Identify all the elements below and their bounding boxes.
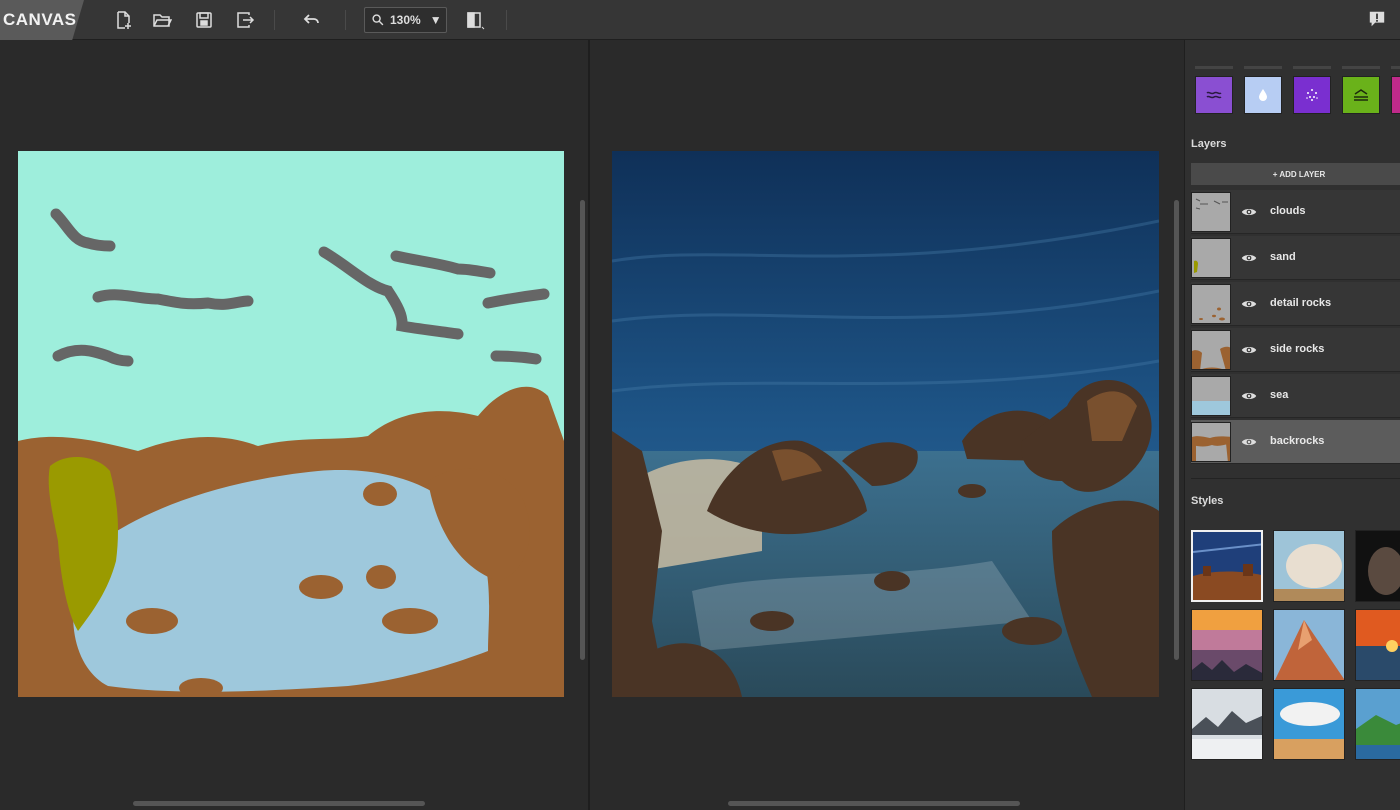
- droplet-icon: [1259, 89, 1267, 101]
- save-button[interactable]: [191, 8, 217, 32]
- palette-tab: [1293, 66, 1331, 69]
- layer-row-backrocks[interactable]: backrocks: [1191, 420, 1400, 464]
- visibility-eye-icon[interactable]: [1241, 434, 1257, 450]
- layer-row-clouds[interactable]: clouds: [1191, 190, 1400, 234]
- dropdown-caret-icon: ▼: [429, 13, 442, 27]
- app-logo: CANVAS: [0, 0, 84, 40]
- material-magenta-swatch[interactable]: [1391, 76, 1400, 114]
- sparkle-icon: [1306, 89, 1318, 101]
- layers-title: Layers: [1191, 138, 1227, 150]
- drawing-panel: [0, 40, 588, 810]
- toolbar-separator: [274, 10, 275, 30]
- output-panel: [590, 40, 1184, 810]
- style-thumbnail-desert-night[interactable]: [1191, 530, 1263, 602]
- visibility-eye-icon[interactable]: [1241, 204, 1257, 220]
- right-sidebar: Layers + ADD LAYER clouds sand detail ro…: [1184, 40, 1400, 810]
- layer-name: clouds: [1270, 205, 1306, 217]
- undo-button[interactable]: [298, 8, 324, 32]
- style-thumbnail-red-mountain[interactable]: [1273, 609, 1345, 681]
- material-sea-hut-swatch[interactable]: [1342, 76, 1380, 114]
- waves-icon: [1206, 91, 1222, 99]
- layer-thumbnail: [1191, 421, 1231, 462]
- layer-row-side-rocks[interactable]: side rocks: [1191, 328, 1400, 372]
- zoom-dropdown[interactable]: 130% ▼: [364, 7, 447, 33]
- split-view-button[interactable]: [462, 8, 488, 32]
- new-file-button[interactable]: [110, 8, 136, 32]
- style-thumbnail-green-valley[interactable]: [1355, 688, 1400, 760]
- save-icon: [196, 12, 212, 28]
- palette-tab: [1244, 66, 1282, 69]
- layer-thumbnail: [1191, 283, 1231, 324]
- layer-thumbnail: [1191, 237, 1231, 278]
- layer-row-detail-rocks[interactable]: detail rocks: [1191, 282, 1400, 326]
- output-vertical-scrollbar[interactable]: [1174, 200, 1179, 660]
- export-button[interactable]: [232, 8, 258, 32]
- sidebar-divider: [1191, 478, 1400, 479]
- left-horizontal-scrollbar[interactable]: [133, 801, 425, 806]
- hut-waves-icon: [1354, 89, 1368, 101]
- style-thumbnail-sunset-fog[interactable]: [1191, 609, 1263, 681]
- material-drop-swatch[interactable]: [1244, 76, 1282, 114]
- styles-title: Styles: [1191, 495, 1224, 507]
- visibility-eye-icon[interactable]: [1241, 388, 1257, 404]
- top-toolbar: CANVAS 130% ▼: [0, 0, 1400, 40]
- palette-tab: [1391, 66, 1400, 69]
- style-thumbnail-beach-clouds[interactable]: [1273, 688, 1345, 760]
- export-icon: [237, 12, 255, 28]
- visibility-eye-icon[interactable]: [1241, 250, 1257, 266]
- open-folder-icon: [153, 14, 172, 27]
- segmentation-canvas[interactable]: [18, 151, 564, 697]
- style-thumbnail-night-portrait[interactable]: [1355, 530, 1400, 602]
- style-thumbnail-ocean-sunset[interactable]: [1355, 609, 1400, 681]
- zoom-value: 130%: [390, 13, 421, 27]
- new-file-icon: [117, 11, 131, 29]
- style-thumbnail-storm-clouds[interactable]: [1273, 530, 1345, 602]
- generated-landscape-image: [612, 151, 1159, 697]
- style-thumbnail-misty-peaks[interactable]: [1191, 688, 1263, 760]
- toolbar-separator: [345, 10, 346, 30]
- search-icon: [372, 14, 384, 26]
- add-layer-button[interactable]: + ADD LAYER: [1191, 163, 1400, 185]
- visibility-eye-icon[interactable]: [1241, 296, 1257, 312]
- left-vertical-scrollbar[interactable]: [580, 200, 585, 660]
- open-button[interactable]: [149, 8, 175, 32]
- layer-row-sea[interactable]: sea: [1191, 374, 1400, 418]
- material-sparkle-swatch[interactable]: [1293, 76, 1331, 114]
- layer-row-sand[interactable]: sand: [1191, 236, 1400, 280]
- layer-thumbnail: [1191, 329, 1231, 370]
- layer-name: sea: [1270, 389, 1289, 401]
- visibility-eye-icon[interactable]: [1241, 342, 1257, 358]
- palette-tab: [1342, 66, 1380, 69]
- layer-thumbnail: [1191, 191, 1231, 232]
- feedback-icon[interactable]: [1368, 10, 1386, 28]
- layer-name: detail rocks: [1270, 297, 1332, 309]
- layer-name: backrocks: [1270, 435, 1325, 447]
- layer-thumbnail: [1191, 375, 1231, 416]
- undo-icon: [303, 14, 319, 24]
- material-water-swatch[interactable]: [1195, 76, 1233, 114]
- palette-tab: [1195, 66, 1233, 69]
- layer-name: side rocks: [1270, 343, 1325, 355]
- toolbar-separator: [506, 10, 507, 30]
- output-horizontal-scrollbar[interactable]: [728, 801, 1020, 806]
- layer-name: sand: [1270, 251, 1296, 263]
- split-view-icon: [467, 12, 485, 30]
